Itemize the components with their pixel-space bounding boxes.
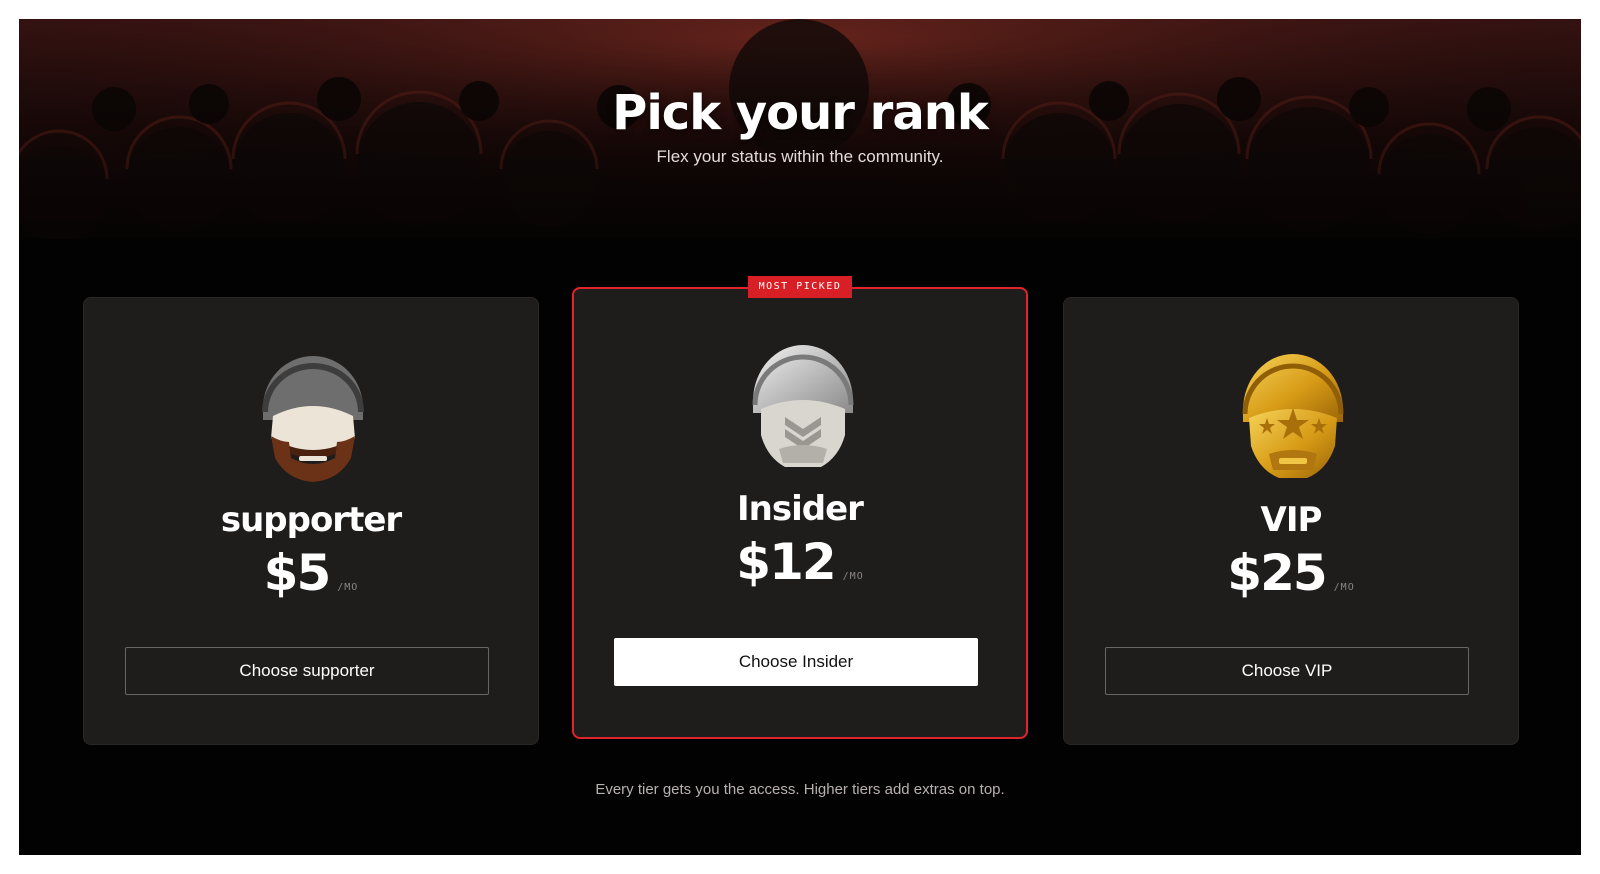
most-picked-badge: MOST PICKED (748, 276, 852, 298)
tier-card-vip: VIP $25/MO Choose VIP (1063, 297, 1519, 745)
pricing-page: Pick your rank Flex your status within t… (19, 19, 1581, 855)
tier-price: $12 (736, 533, 836, 591)
price-row: $5/MO (84, 544, 538, 602)
tiers-footnote: Every tier gets you the access. Higher t… (595, 781, 1005, 798)
price-row: $25/MO (1064, 544, 1518, 602)
billing-period: /MO (337, 582, 359, 593)
page-title: Pick your rank (612, 85, 989, 141)
billing-period: /MO (842, 571, 864, 582)
silver-chevron-helmet-avatar-icon (752, 345, 854, 467)
choose-insider-button[interactable]: Choose Insider (614, 638, 978, 686)
gold-star-helmet-avatar-icon (1242, 354, 1344, 478)
tier-price: $5 (263, 544, 332, 602)
tier-card-supporter: supporter $5/MO Choose supporter (83, 297, 539, 745)
tier-price: $25 (1227, 544, 1327, 602)
billing-period: /MO (1333, 582, 1355, 593)
tier-name: VIP (1260, 500, 1323, 540)
tier-name: supporter (220, 500, 402, 540)
hero-banner: Pick your rank Flex your status within t… (19, 19, 1581, 239)
bearded-helmet-avatar-icon (262, 356, 364, 482)
choose-vip-button[interactable]: Choose VIP (1105, 647, 1469, 695)
choose-supporter-button[interactable]: Choose supporter (125, 647, 489, 695)
tier-name: Insider (737, 489, 864, 529)
page-subtitle: Flex your status within the community. (656, 147, 944, 166)
tier-card-insider: MOST PICKED Insider $12/MO Choose Inside… (572, 276, 1028, 739)
price-row: $12/MO (574, 533, 1026, 591)
